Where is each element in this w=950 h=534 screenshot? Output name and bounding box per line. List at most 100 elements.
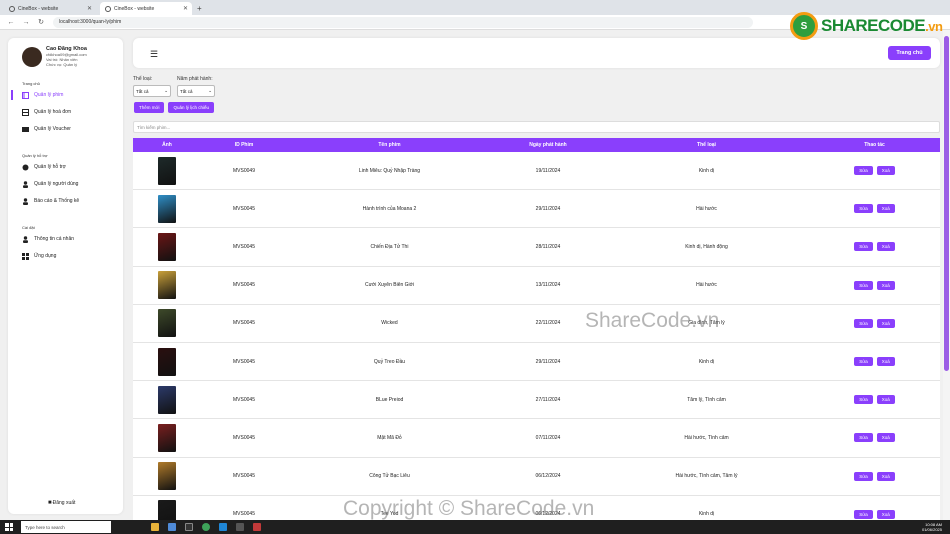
movie-title: Quỷ Treo Đầu	[373, 358, 406, 365]
windows-start-icon[interactable]	[5, 523, 13, 531]
app-icon[interactable]	[253, 523, 261, 531]
movie-id: MVS0045	[233, 243, 255, 250]
release-date: 19/11/2024	[535, 167, 561, 174]
movie-genre: Kinh dị	[698, 167, 715, 174]
profile-icon	[22, 235, 29, 243]
edit-button[interactable]: Sửa	[854, 166, 873, 176]
delete-button[interactable]: Xoá	[876, 318, 895, 328]
sidebar-item-profile[interactable]: Thông tin cá nhân	[8, 231, 123, 247]
page-scrollbar-thumb[interactable]	[944, 36, 949, 371]
avatar	[22, 46, 42, 67]
delete-button[interactable]: Xoá	[876, 433, 895, 443]
genre-select[interactable]: Tất cả ⌄	[133, 85, 171, 97]
movie-id: MVS0045	[233, 473, 255, 480]
column-header: Thể loại	[697, 142, 716, 148]
movie-genre: Tâm lý, Tình cảm	[687, 396, 726, 403]
taskbar-search-input[interactable]: Type here to search	[21, 521, 111, 533]
vscode-icon[interactable]	[219, 523, 227, 531]
add-movie-button[interactable]: Thêm mới	[134, 102, 165, 113]
logout-icon: ■	[48, 500, 52, 506]
section-title-support: Quản lý hỗ trợ	[22, 153, 48, 158]
movie-title: BLue Preiod	[375, 396, 404, 403]
delete-button[interactable]: Xoá	[876, 357, 895, 367]
table-header: Ảnh ID Phim Tên phim Ngày phát hành Thể …	[133, 138, 940, 152]
movie-poster	[158, 309, 176, 338]
year-select-value: Tất cả	[180, 88, 193, 94]
sidebar-item-movies[interactable]: Quản lý phim	[8, 87, 123, 103]
row-actions: Sửa Xoá	[809, 433, 940, 443]
delete-button[interactable]: Xoá	[876, 509, 895, 519]
reload-icon[interactable]: ↻	[37, 18, 45, 26]
home-button[interactable]: Trang chủ	[888, 46, 931, 60]
release-date: 07/11/2024	[535, 434, 561, 441]
movie-poster	[158, 423, 176, 452]
file-explorer-icon[interactable]	[151, 523, 159, 531]
menu-icon[interactable]: ☰	[150, 49, 158, 60]
edit-button[interactable]: Sửa	[854, 242, 873, 252]
poster-cell	[133, 347, 201, 376]
movie-genre: Hài hước	[696, 205, 717, 212]
logout-button[interactable]: ■ Đăng xuất	[48, 500, 75, 506]
edit-button[interactable]: Sửa	[854, 318, 873, 328]
edit-button[interactable]: Sửa	[854, 471, 873, 481]
table-row: MVS0045 Hành trình của Moana 2 29/11/202…	[133, 190, 940, 229]
edit-button[interactable]: Sửa	[854, 280, 873, 290]
close-tab-icon[interactable]: ✕	[87, 5, 92, 12]
sidebar-item-reports[interactable]: Báo cáo & Thống kê	[8, 193, 123, 209]
delete-button[interactable]: Xoá	[876, 280, 895, 290]
sidebar-item-label: Quản lý phim	[34, 92, 64, 98]
url-input[interactable]: localhost:3000/quan-ly/phim	[53, 16, 753, 28]
sidebar-item-users[interactable]: Quản lý người dùng	[8, 176, 123, 192]
movie-title: Cưới Xuyên Biên Giới	[364, 282, 415, 289]
table-icon	[22, 108, 29, 116]
sidebar-item-voucher[interactable]: Quản lý Voucher	[8, 121, 123, 137]
search-input[interactable]: Tìm kiếm phim...	[133, 121, 940, 133]
system-tray[interactable]: 10:08 AM 01/06/2025	[922, 522, 942, 532]
back-icon[interactable]: ←	[7, 19, 15, 26]
movie-title: Tee Yod	[380, 511, 399, 518]
poster-cell	[133, 462, 201, 491]
release-date: 06/12/2024	[535, 473, 561, 480]
poster-cell	[133, 156, 201, 185]
edit-button[interactable]: Sửa	[854, 433, 873, 443]
movie-id: MVS0045	[233, 434, 255, 441]
delete-button[interactable]: Xoá	[876, 204, 895, 214]
sidebar-item-label: Thông tin cá nhân	[34, 236, 75, 242]
forward-icon[interactable]: →	[22, 19, 30, 26]
sidebar-item-apps[interactable]: Ứng dụng	[8, 248, 123, 264]
movie-genre: Kinh dị	[698, 358, 715, 365]
movie-poster	[158, 232, 176, 261]
close-tab-icon[interactable]: ✕	[183, 5, 188, 12]
sidebar-item-support[interactable]: Quản lý hỗ trợ	[8, 159, 123, 175]
edit-button[interactable]: Sửa	[854, 395, 873, 405]
browser-tab-2[interactable]: CineBox - website ✕	[100, 2, 192, 15]
poster-cell	[133, 309, 201, 338]
new-tab-button[interactable]: +	[197, 4, 202, 13]
chrome-icon[interactable]	[202, 523, 210, 531]
delete-button[interactable]: Xoá	[876, 166, 895, 176]
delete-button[interactable]: Xoá	[876, 242, 895, 252]
row-actions: Sửa Xoá	[809, 280, 940, 290]
browser-tab-1[interactable]: CineBox - website ✕	[4, 2, 96, 15]
poster-cell	[133, 385, 201, 414]
terminal-icon[interactable]	[185, 523, 193, 531]
edit-button[interactable]: Sửa	[854, 357, 873, 367]
release-date: 22/11/2024	[535, 320, 561, 327]
poster-cell	[133, 423, 201, 452]
year-select[interactable]: Tất cả ⌄	[177, 85, 215, 97]
movie-genre: Hài hước	[696, 282, 717, 289]
delete-button[interactable]: Xoá	[876, 471, 895, 481]
user-position: Chức vụ: Quản lý	[46, 62, 78, 67]
browser-icon[interactable]	[168, 523, 176, 531]
edit-button[interactable]: Sửa	[854, 509, 873, 519]
delete-button[interactable]: Xoá	[876, 395, 895, 405]
sidebar-item-invoices[interactable]: Quản lý hoá đơn	[8, 104, 123, 120]
app-icon[interactable]	[236, 523, 244, 531]
table-body: MVS0049 Linh Miêu: Quỷ Nhập Tràng 19/11/…	[133, 152, 940, 534]
movie-genre: Gia đình, Tâm lý	[688, 320, 725, 327]
manage-schedule-button[interactable]: Quản lý lịch chiếu	[168, 102, 214, 113]
edit-button[interactable]: Sửa	[854, 204, 873, 214]
movie-id: MVS0045	[233, 320, 255, 327]
search-placeholder: Tìm kiếm phim...	[137, 124, 171, 130]
poster-cell	[133, 194, 201, 223]
